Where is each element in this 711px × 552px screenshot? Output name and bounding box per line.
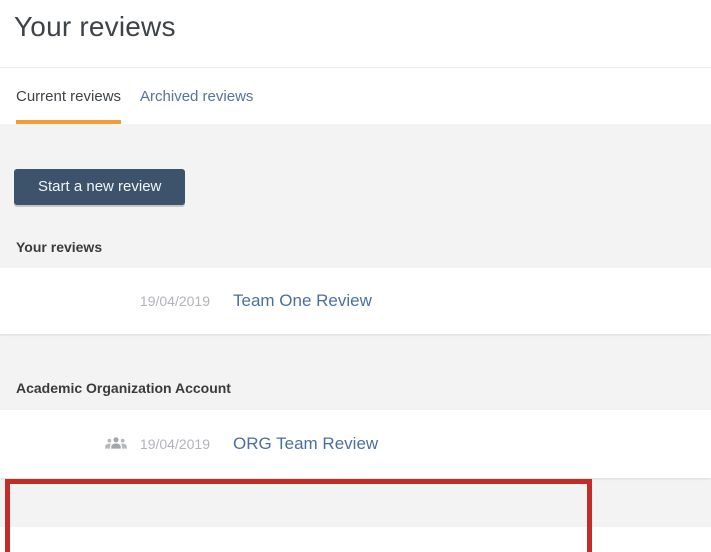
section-label-your-reviews: Your reviews — [16, 239, 103, 255]
tab-current-reviews-label: Current reviews — [16, 87, 122, 105]
start-new-review-button[interactable]: Start a new review — [14, 169, 186, 205]
reviews-content-area: Start a new review Your reviews 19/04/20… — [0, 124, 711, 552]
review-row-team-one[interactable]: 19/04/2019 Team One Review — [0, 268, 711, 334]
review-date: 19/04/2019 — [139, 293, 210, 309]
tab-current-reviews[interactable]: Current reviews — [16, 68, 122, 124]
tab-archived-reviews-label: Archived reviews — [140, 87, 254, 105]
group-icon — [105, 433, 127, 455]
footer-whitespace — [0, 527, 711, 552]
review-date: 19/04/2019 — [139, 436, 210, 452]
review-link-team-one[interactable]: Team One Review — [233, 291, 372, 311]
review-link-org-team[interactable]: ORG Team Review — [233, 434, 378, 454]
page-title: Your reviews — [14, 11, 176, 42]
page-header: Your reviews — [0, 0, 711, 68]
review-row-org-team[interactable]: 19/04/2019 ORG Team Review — [0, 410, 711, 478]
review-row-left-meta: 19/04/2019 — [0, 293, 210, 309]
review-row-left-meta: 19/04/2019 — [0, 433, 210, 455]
tab-bar: Current reviews Archived reviews — [0, 68, 711, 124]
tab-archived-reviews[interactable]: Archived reviews — [140, 68, 253, 124]
section-label-academic-organization-account: Academic Organization Account — [16, 380, 231, 396]
